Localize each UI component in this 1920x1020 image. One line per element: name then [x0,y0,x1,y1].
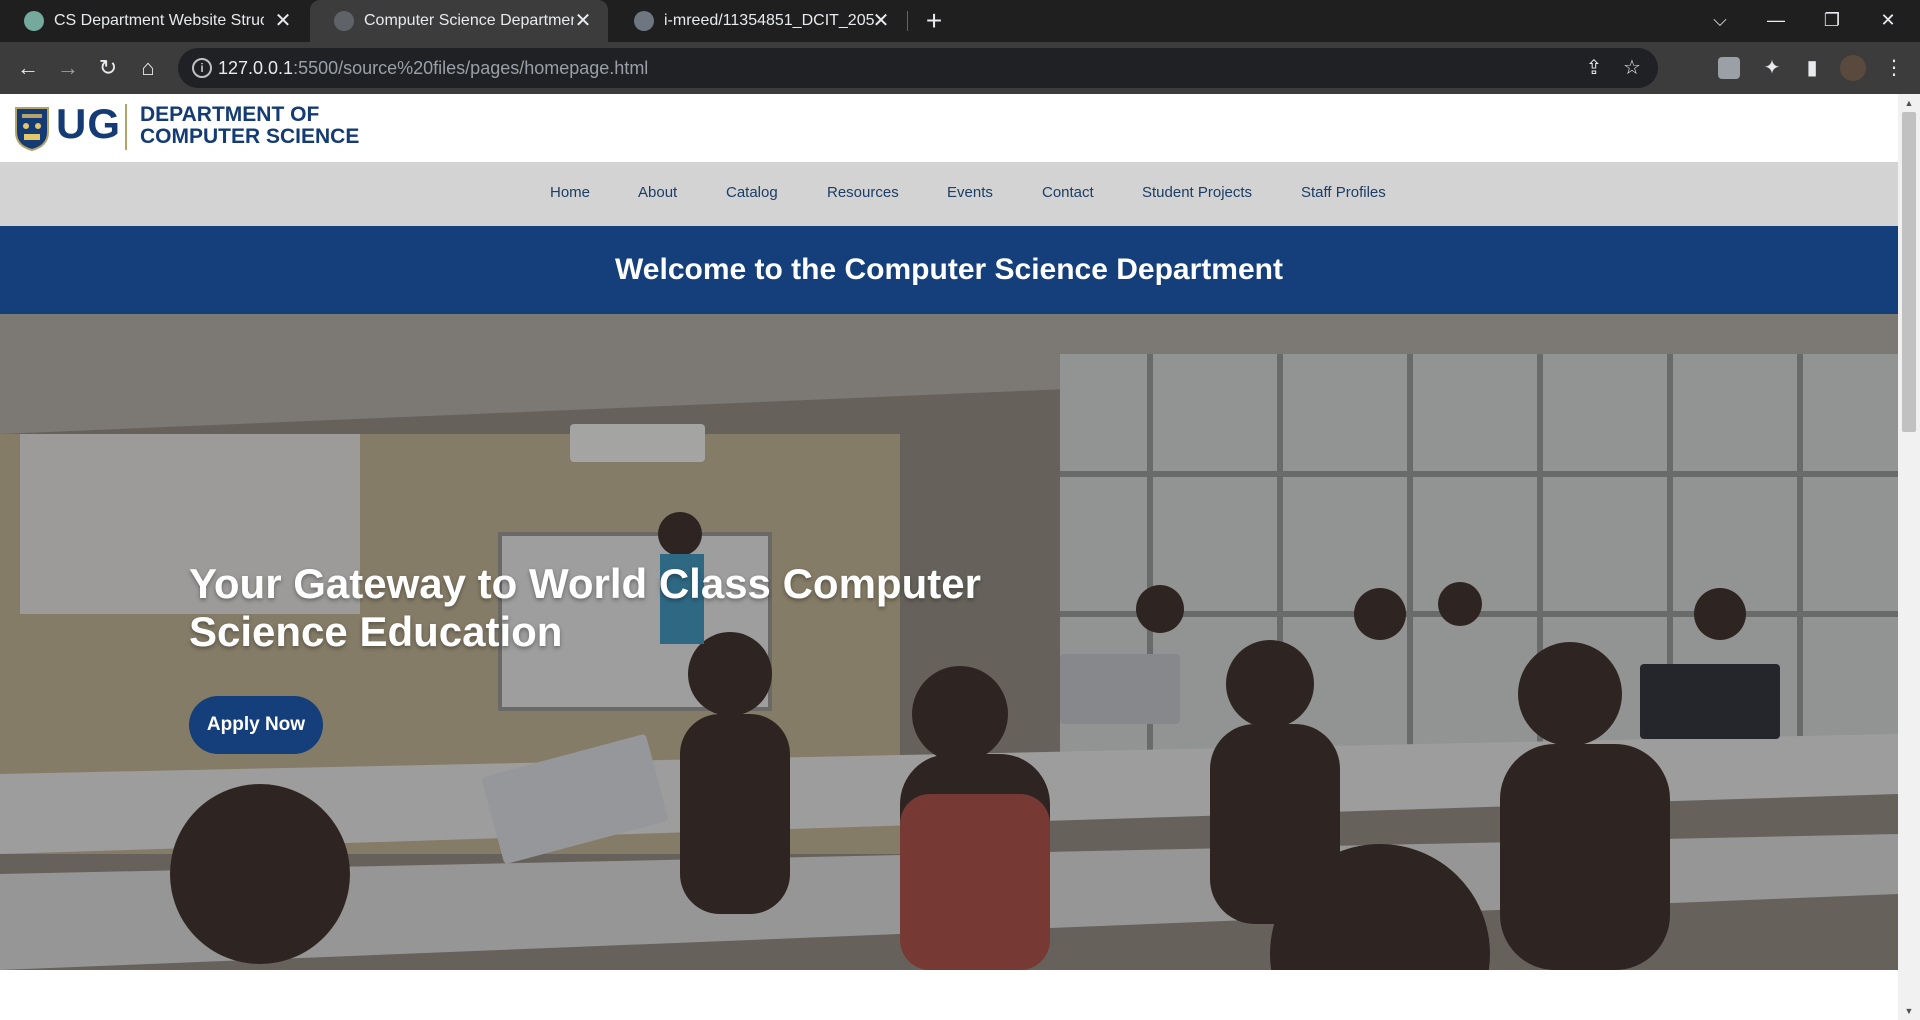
browser-toolbar: ← → ↻ ⌂ i 127.0.0.1:5500/source%20files/… [0,42,1920,94]
nav-contact[interactable]: Contact [1042,184,1094,201]
scroll-up-arrow-icon[interactable]: ▲ [1904,98,1914,108]
tab-github[interactable]: i-mreed/11354851_DCIT_205_IA ✕ [610,0,906,42]
extensions-puzzle-icon[interactable]: ✦ [1758,54,1786,82]
scrollbar-thumb[interactable] [1902,112,1916,432]
nav-events[interactable]: Events [947,184,993,201]
extension-badge-icon[interactable] [1718,57,1740,79]
logo-line-2: COMPUTER SCIENCE [140,125,360,148]
main-navigation: Home About Catalog Resources Events Cont… [0,162,1898,226]
minimize-button[interactable]: — [1748,0,1804,42]
chatgpt-icon [24,11,44,31]
close-window-button[interactable]: ✕ [1860,0,1916,42]
tab-title: i-mreed/11354851_DCIT_205_IA [664,12,874,29]
welcome-banner: Welcome to the Computer Science Departme… [0,226,1898,314]
globe-icon [334,11,354,31]
github-icon [634,11,654,31]
forward-button[interactable]: → [52,52,84,84]
bookmark-star-icon[interactable]: ☆ [1620,56,1644,80]
hero-title: Your Gateway to World Class Computer Sci… [189,560,981,655]
ug-crest-logo [15,107,49,152]
close-tab-icon[interactable]: ✕ [572,10,594,32]
back-button[interactable]: ← [12,52,44,84]
nav-staff-profiles[interactable]: Staff Profiles [1301,184,1386,201]
logo-short-name: UG [56,100,121,147]
browser-menu-icon[interactable]: ⋮ [1880,54,1908,82]
address-bar[interactable]: i 127.0.0.1:5500/source%20files/pages/ho… [178,48,1658,88]
tab-title: CS Department Website Structur [54,12,264,29]
close-tab-icon[interactable]: ✕ [272,10,294,32]
hero-section: Your Gateway to World Class Computer Sci… [0,314,1898,970]
logo-line-1: DEPARTMENT OF [140,103,320,126]
nav-home[interactable]: Home [550,184,590,201]
side-panel-icon[interactable]: ▮ [1798,54,1826,82]
new-tab-button[interactable]: + [918,6,950,36]
url-text[interactable]: 127.0.0.1:5500/source%20files/pages/home… [218,58,648,79]
nav-catalog[interactable]: Catalog [726,184,778,201]
page-scrollbar[interactable]: ▲ ▼ [1898,94,1920,1020]
tab-separator [907,11,908,31]
restore-button[interactable]: ❐ [1804,0,1860,42]
scroll-down-arrow-icon[interactable]: ▼ [1904,1006,1914,1016]
profile-avatar[interactable] [1840,55,1866,81]
nav-about[interactable]: About [638,184,677,201]
home-button[interactable]: ⌂ [132,52,164,84]
reload-button[interactable]: ↻ [92,52,124,84]
close-tab-icon[interactable]: ✕ [870,10,892,32]
nav-resources[interactable]: Resources [827,184,899,201]
share-icon[interactable]: ⇪ [1582,56,1606,80]
nav-student-projects[interactable]: Student Projects [1142,184,1252,201]
apply-now-button[interactable]: Apply Now [189,696,323,754]
site-header: UG DEPARTMENT OF COMPUTER SCIENCE [0,94,1898,162]
web-page: UG DEPARTMENT OF COMPUTER SCIENCE Home A… [0,94,1898,1020]
browser-tab-strip: CS Department Website Structur ✕ Compute… [0,0,1920,42]
tab-title: Computer Science Department [364,12,574,29]
site-info-icon[interactable]: i [192,58,212,78]
tab-computer-science[interactable]: Computer Science Department ✕ [310,0,608,42]
logo-divider [125,104,127,150]
tab-search-icon[interactable]: ⌵ [1692,0,1748,42]
tab-cs-structure[interactable]: CS Department Website Structur ✕ [0,0,308,42]
